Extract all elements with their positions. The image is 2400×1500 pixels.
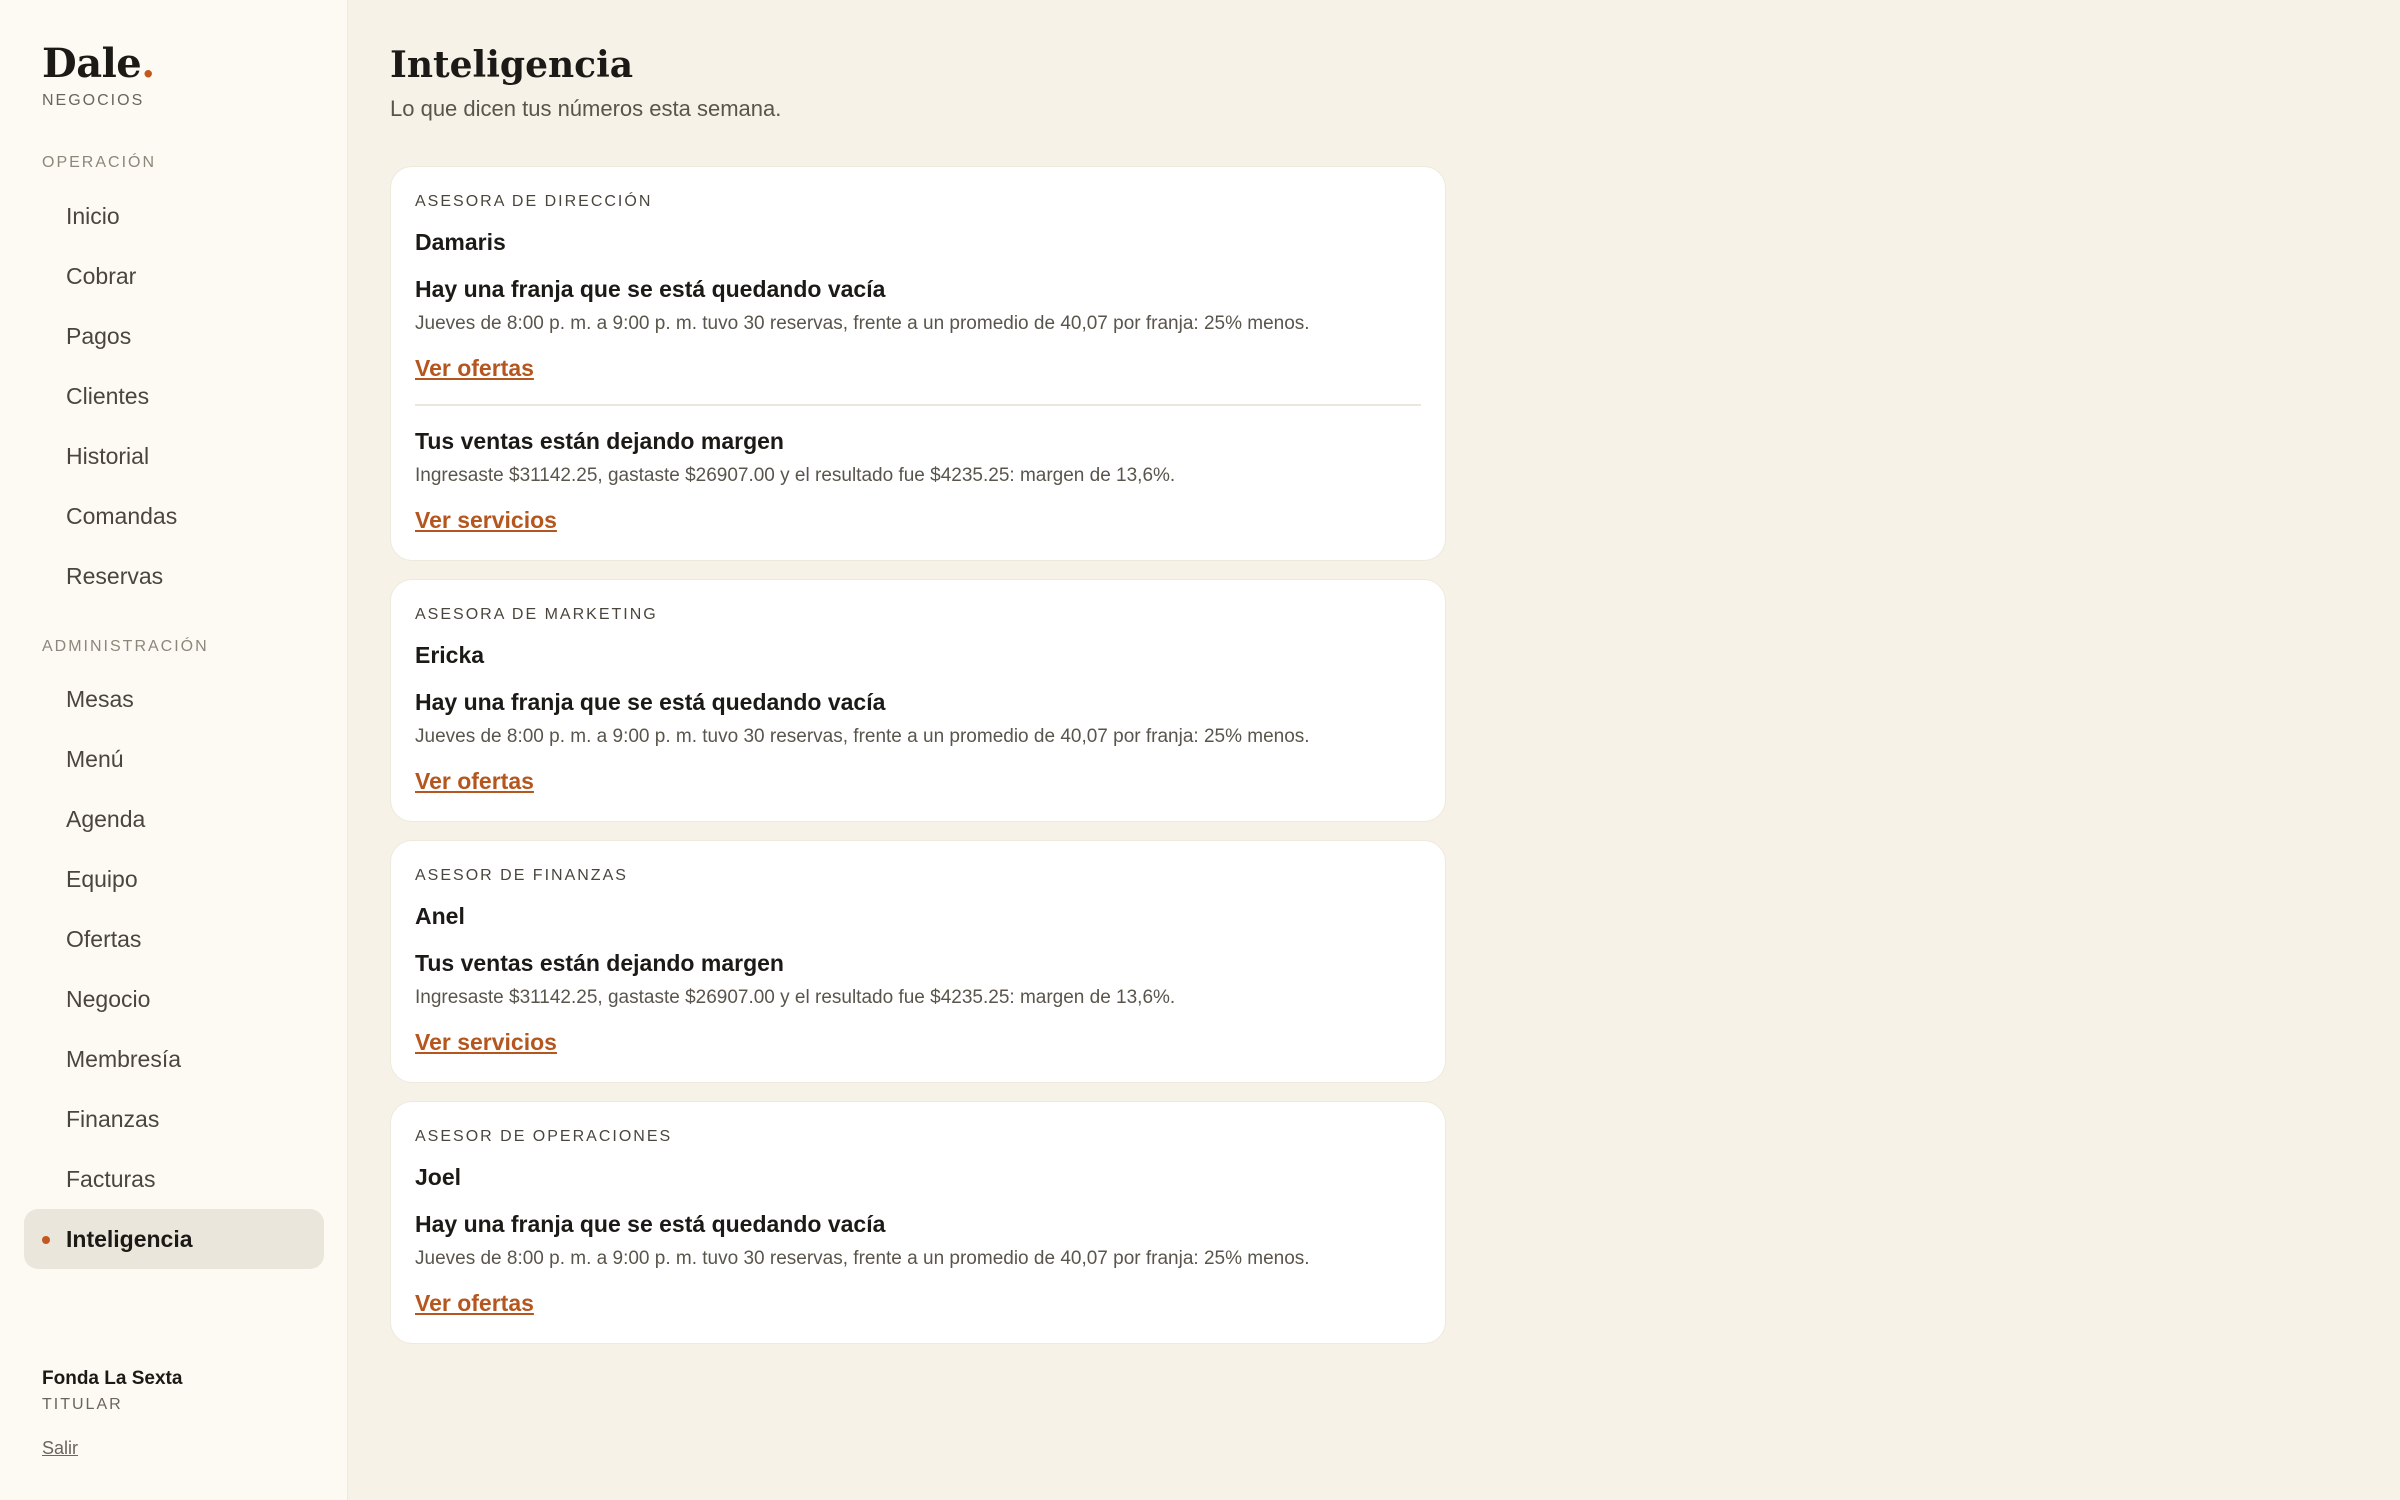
sidebar-item-label: Reservas xyxy=(66,562,164,589)
insight: Hay una franja que se está quedando vací… xyxy=(415,256,1421,382)
sidebar-item-comandas[interactable]: Comandas xyxy=(24,486,324,546)
insight: Tus ventas están dejando margen Ingresas… xyxy=(415,930,1421,1056)
advisor-card-marketing: ASESORA DE MARKETING Ericka Hay una fran… xyxy=(390,579,1446,822)
sidebar-item-agenda[interactable]: Agenda xyxy=(24,789,324,849)
sidebar-item-menu[interactable]: Menú xyxy=(24,729,324,789)
sidebar-item-label: Inteligencia xyxy=(66,1225,193,1252)
sidebar-item-label: Pagos xyxy=(66,322,132,349)
sidebar-item-label: Agenda xyxy=(66,805,146,832)
brand[interactable]: Dale. NEGOCIOS xyxy=(42,40,155,110)
sidebar-item-mesas[interactable]: Mesas xyxy=(24,669,324,729)
insight: Tus ventas están dejando margen Ingresas… xyxy=(415,404,1421,534)
advisor-card-finanzas: ASESOR DE FINANZAS Anel Tus ventas están… xyxy=(390,840,1446,1083)
insight-body: Ingresaste $31142.25, gastaste $26907.00… xyxy=(415,987,1176,1008)
advisor-name: Joel xyxy=(415,1164,462,1190)
sidebar-item-label: Equipo xyxy=(66,865,138,892)
page-title: Inteligencia xyxy=(390,44,634,86)
sidebar-item-equipo[interactable]: Equipo xyxy=(24,849,324,909)
main-content: Inteligencia Lo que dicen tus números es… xyxy=(390,40,1446,1362)
sidebar-item-ofertas[interactable]: Ofertas xyxy=(24,909,324,969)
brand-subtitle: NEGOCIOS xyxy=(42,92,145,109)
advisor-card-operaciones: ASESOR DE OPERACIONES Joel Hay una franj… xyxy=(390,1101,1446,1344)
insight-title: Hay una franja que se está quedando vací… xyxy=(415,689,886,715)
sidebar-item-facturas[interactable]: Facturas xyxy=(24,1149,324,1209)
ver-servicios-link[interactable]: Ver servicios xyxy=(415,1029,557,1056)
advisor-name: Damaris xyxy=(415,229,506,255)
account-name: Fonda La Sexta xyxy=(42,1368,183,1389)
logout-link[interactable]: Salir xyxy=(42,1438,78,1459)
insight-body: Jueves de 8:00 p. m. a 9:00 p. m. tuvo 3… xyxy=(415,313,1310,334)
nav-administracion: Mesas Menú Agenda Equipo Ofertas Negocio… xyxy=(24,669,324,1269)
sidebar-item-label: Cobrar xyxy=(66,262,137,289)
insight: Hay una franja que se está quedando vací… xyxy=(415,1191,1421,1317)
sidebar-item-label: Clientes xyxy=(66,382,150,409)
brand-dot: . xyxy=(141,40,155,87)
section-label-operacion: OPERACIÓN xyxy=(42,154,157,171)
advisor-role: ASESOR DE OPERACIONES xyxy=(415,1128,673,1145)
sidebar-item-cobrar[interactable]: Cobrar xyxy=(24,246,324,306)
sidebar-item-label: Membresía xyxy=(66,1045,182,1072)
sidebar-item-label: Negocio xyxy=(66,985,151,1012)
insight-title: Hay una franja que se está quedando vací… xyxy=(415,276,886,302)
sidebar-item-historial[interactable]: Historial xyxy=(24,426,324,486)
sidebar-item-finanzas[interactable]: Finanzas xyxy=(24,1089,324,1149)
advisor-role: ASESOR DE FINANZAS xyxy=(415,867,628,884)
insight-title: Hay una franja que se está quedando vací… xyxy=(415,1211,886,1237)
page-subtitle: Lo que dicen tus números esta semana. xyxy=(390,96,782,121)
brand-logo: Dale. xyxy=(42,40,155,87)
sidebar-item-inteligencia[interactable]: Inteligencia xyxy=(24,1209,324,1269)
sidebar-item-label: Menú xyxy=(66,745,124,772)
nav-operacion: Inicio Cobrar Pagos Clientes Historial C… xyxy=(24,186,324,606)
sidebar-item-label: Mesas xyxy=(66,685,134,712)
sidebar-item-label: Historial xyxy=(66,442,150,469)
insight: Hay una franja que se está quedando vací… xyxy=(415,669,1421,795)
sidebar-item-label: Facturas xyxy=(66,1165,156,1192)
advisor-card-direccion: ASESORA DE DIRECCIÓN Damaris Hay una fra… xyxy=(390,166,1446,561)
sidebar-item-inicio[interactable]: Inicio xyxy=(24,186,324,246)
sidebar-item-clientes[interactable]: Clientes xyxy=(24,366,324,426)
sidebar-item-label: Comandas xyxy=(66,502,178,529)
sidebar-item-label: Finanzas xyxy=(66,1105,160,1132)
account-role: TITULAR xyxy=(42,1396,123,1413)
sidebar-item-label: Inicio xyxy=(66,202,120,229)
advisor-role: ASESORA DE DIRECCIÓN xyxy=(415,193,653,210)
ver-ofertas-link[interactable]: Ver ofertas xyxy=(415,355,534,382)
advisor-name: Ericka xyxy=(415,642,485,668)
sidebar-item-pagos[interactable]: Pagos xyxy=(24,306,324,366)
sidebar-item-label: Ofertas xyxy=(66,925,142,952)
sidebar-item-negocio[interactable]: Negocio xyxy=(24,969,324,1029)
ver-ofertas-link[interactable]: Ver ofertas xyxy=(415,1290,534,1317)
advisor-name: Anel xyxy=(415,903,465,929)
advisor-role: ASESORA DE MARKETING xyxy=(415,606,658,623)
insight-body: Ingresaste $31142.25, gastaste $26907.00… xyxy=(415,465,1176,486)
ver-ofertas-link[interactable]: Ver ofertas xyxy=(415,768,534,795)
insight-body: Jueves de 8:00 p. m. a 9:00 p. m. tuvo 3… xyxy=(415,726,1310,747)
advisor-cards: ASESORA DE DIRECCIÓN Damaris Hay una fra… xyxy=(390,166,1446,1344)
ver-servicios-link[interactable]: Ver servicios xyxy=(415,507,557,534)
section-label-administracion: ADMINISTRACIÓN xyxy=(42,638,209,655)
sidebar-item-reservas[interactable]: Reservas xyxy=(24,546,324,606)
insight-title: Tus ventas están dejando margen xyxy=(415,428,784,454)
account-panel: Fonda La Sexta TITULAR Salir xyxy=(42,1368,182,1459)
insight-body: Jueves de 8:00 p. m. a 9:00 p. m. tuvo 3… xyxy=(415,1248,1310,1269)
insight-title: Tus ventas están dejando margen xyxy=(415,950,784,976)
sidebar: Dale. NEGOCIOS OPERACIÓN Inicio Cobrar P… xyxy=(0,0,348,1500)
sidebar-item-membresia[interactable]: Membresía xyxy=(24,1029,324,1089)
active-dot-icon xyxy=(42,1236,50,1244)
